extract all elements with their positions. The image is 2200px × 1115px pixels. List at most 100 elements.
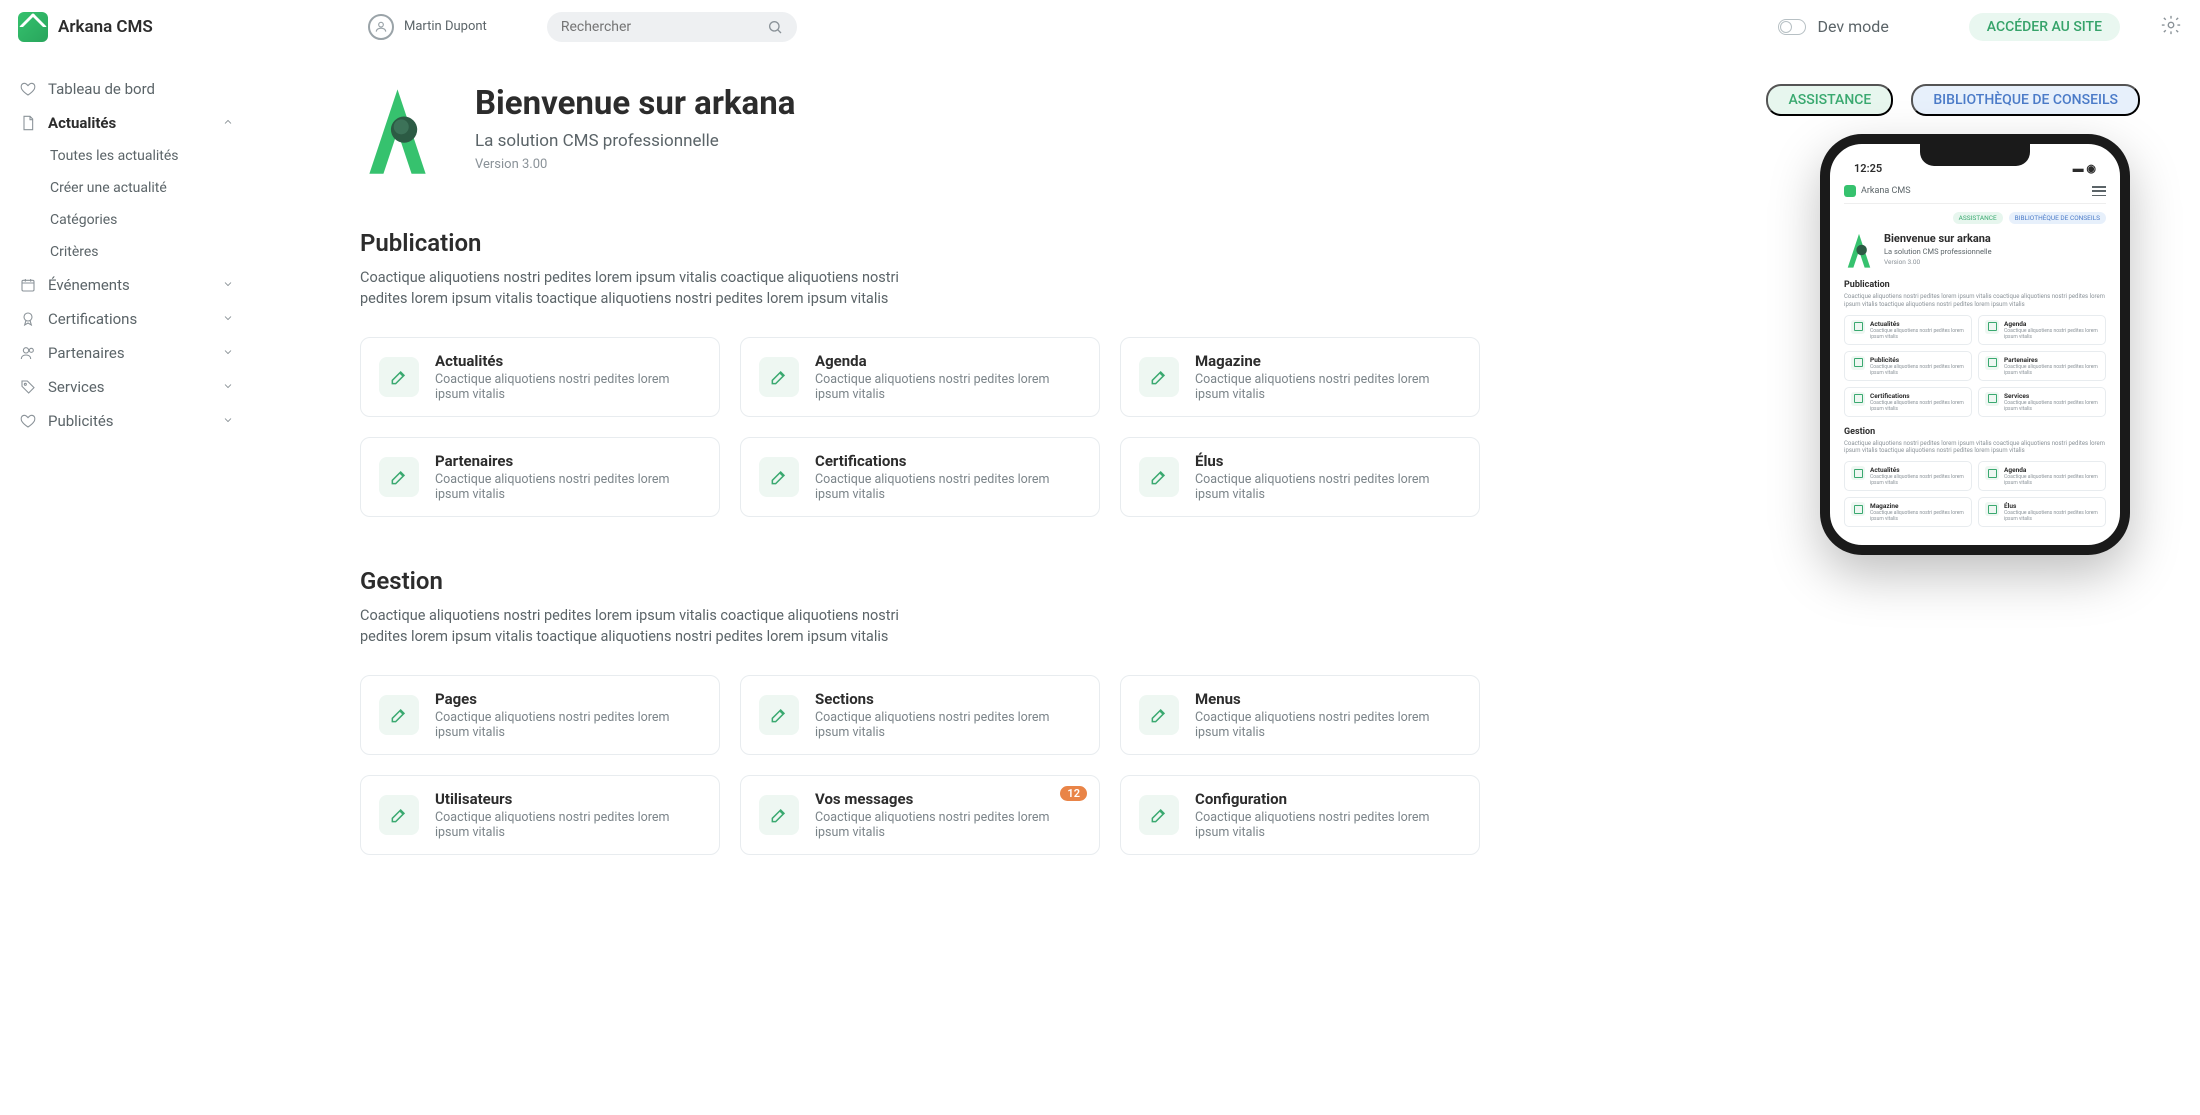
sidebar-item-certifications[interactable]: Certifications: [20, 302, 240, 336]
edit-icon: [759, 695, 799, 735]
brand-logo-icon: [18, 12, 48, 42]
phone-card-sub: Coactique aliquotiens nostri pedites lor…: [2004, 364, 2099, 376]
nav-label: Certifications: [48, 310, 137, 328]
nav-label: Créer une actualité: [50, 180, 167, 196]
library-button[interactable]: BIBLIOTHÈQUE DE CONSEILS: [1911, 84, 2140, 116]
toggle-icon[interactable]: [1778, 19, 1806, 35]
phone-card-title: Certifications: [1870, 392, 1965, 400]
sidebar-item-actualites[interactable]: Actualités: [20, 106, 240, 140]
section-title: Gestion: [360, 567, 1510, 595]
user-menu[interactable]: Martin Dupont: [368, 14, 487, 40]
card-vos-messages[interactable]: Vos messagesCoactique aliquotiens nostri…: [740, 775, 1100, 855]
phone-pill-library: BIBLIOTHÈQUE DE CONSEILS: [2009, 212, 2106, 224]
phone-section-desc: Coactique aliquotiens nostri pedites lor…: [1844, 293, 2106, 309]
phone-card: CertificationsCoactique aliquotiens nost…: [1844, 387, 1972, 417]
nav-label: Toutes les actualités: [50, 148, 179, 164]
card-title: Menus: [1195, 690, 1461, 708]
chevron-down-icon: [222, 412, 234, 430]
phone-card: ServicesCoactique aliquotiens nostri ped…: [1978, 387, 2106, 417]
card-certifications[interactable]: CertificationsCoactique aliquotiens nost…: [740, 437, 1100, 517]
chevron-down-icon: [222, 276, 234, 294]
nav-label: Événements: [48, 276, 130, 294]
sidebar-item-services[interactable]: Services: [20, 370, 240, 404]
card-title: Configuration: [1195, 790, 1461, 808]
card-élus[interactable]: ÉlusCoactique aliquotiens nostri pedites…: [1120, 437, 1480, 517]
phone-edit-icon: [1851, 356, 1865, 370]
card-title: Pages: [435, 690, 701, 708]
card-sections[interactable]: SectionsCoactique aliquotiens nostri ped…: [740, 675, 1100, 755]
sidebar-item-evenements[interactable]: Événements: [20, 268, 240, 302]
calendar-icon: [20, 277, 36, 293]
phone-card-sub: Coactique aliquotiens nostri pedites lor…: [1870, 510, 1965, 522]
nav-label: Publicités: [48, 412, 114, 430]
sidebar-sub-criteres[interactable]: Critères: [50, 236, 240, 268]
card-pages[interactable]: PagesCoactique aliquotiens nostri pedite…: [360, 675, 720, 755]
users-icon: [20, 345, 36, 361]
card-title: Actualités: [435, 352, 701, 370]
search-input[interactable]: [561, 19, 767, 35]
card-configuration[interactable]: ConfigurationCoactique aliquotiens nostr…: [1120, 775, 1480, 855]
phone-pill-assistance: ASSISTANCE: [1953, 212, 2003, 224]
settings-button[interactable]: [2160, 14, 2182, 40]
phone-edit-icon: [1985, 466, 1999, 480]
card-magazine[interactable]: MagazineCoactique aliquotiens nostri ped…: [1120, 337, 1480, 417]
card-menus[interactable]: Menus Coactique aliquotiens nostri pedite…: [1120, 675, 1480, 755]
nav-label: Catégories: [50, 212, 117, 228]
phone-brand: Arkana CMS: [1844, 185, 1911, 197]
notification-badge: 12: [1060, 786, 1087, 801]
phone-edit-icon: [1851, 392, 1865, 406]
phone-title: Bienvenue sur arkana: [1884, 232, 1992, 245]
phone-card-sub: Coactique aliquotiens nostri pedites lor…: [1870, 328, 1965, 340]
gear-icon: [2160, 14, 2182, 36]
dev-mode-toggle[interactable]: Dev mode: [1778, 17, 1889, 36]
edit-icon: [379, 357, 419, 397]
phone-card-sub: Coactique aliquotiens nostri pedites lor…: [2004, 474, 2099, 486]
phone-card-sub: Coactique aliquotiens nostri pedites lor…: [1870, 364, 1965, 376]
card-subtitle: Coactique aliquotiens nostri pedites lor…: [435, 472, 701, 502]
hamburger-icon: [2092, 186, 2106, 196]
phone-card: ActualitésCoactique aliquotiens nostri p…: [1844, 315, 1972, 345]
assistance-button[interactable]: ASSISTANCE: [1766, 84, 1893, 116]
card-actualités[interactable]: ActualitésCoactique aliquotiens nostri p…: [360, 337, 720, 417]
edit-icon: [759, 457, 799, 497]
phone-card-title: Élus: [2004, 502, 2099, 510]
sidebar-item-dashboard[interactable]: Tableau de bord: [20, 72, 240, 106]
edit-icon: [759, 357, 799, 397]
access-site-button[interactable]: ACCÉDER AU SITE: [1969, 13, 2120, 41]
phone-card-title: Partenaires: [2004, 356, 2099, 364]
nav-label: Partenaires: [48, 344, 125, 362]
tag-icon: [20, 379, 36, 395]
edit-icon: [379, 457, 419, 497]
phone-edit-icon: [1985, 356, 1999, 370]
phone-section-desc: Coactique aliquotiens nostri pedites lor…: [1844, 440, 2106, 456]
edit-icon: [1139, 457, 1179, 497]
phone-card-title: Actualités: [1870, 466, 1965, 474]
sidebar-sub-create-news[interactable]: Créer une actualité: [50, 172, 240, 204]
chevron-up-icon: [222, 114, 234, 132]
nav-label: Tableau de bord: [48, 80, 155, 98]
phone-card-sub: Coactique aliquotiens nostri pedites lor…: [2004, 328, 2099, 340]
card-utilisateurs[interactable]: UtilisateursCoactique aliquotiens nostri…: [360, 775, 720, 855]
card-title: Vos messages: [815, 790, 1081, 808]
phone-card-sub: Coactique aliquotiens nostri pedites lor…: [2004, 510, 2099, 522]
search-icon: [767, 19, 783, 35]
card-subtitle: Coactique aliquotiens nostri pedites lor…: [1195, 710, 1461, 740]
card-subtitle: Coactique aliquotiens nostri pedites lor…: [1195, 372, 1461, 402]
heart-icon: [20, 81, 36, 97]
search-input-wrap[interactable]: [547, 12, 797, 42]
phone-card: PublicitésCoactique aliquotiens nostri p…: [1844, 351, 1972, 381]
brand[interactable]: Arkana CMS: [18, 12, 228, 42]
card-agenda[interactable]: AgendaCoactique aliquotiens nostri pedit…: [740, 337, 1100, 417]
section-publication: Publication Coactique aliquotiens nostri…: [360, 229, 1510, 517]
welcome-title: Bienvenue sur arkana: [475, 84, 795, 123]
phone-card-title: Magazine: [1870, 502, 1965, 510]
sidebar-item-partenaires[interactable]: Partenaires: [20, 336, 240, 370]
card-subtitle: Coactique aliquotiens nostri pedites lor…: [1195, 472, 1461, 502]
sidebar-item-publicites[interactable]: Publicités: [20, 404, 240, 438]
sidebar-sub-categories[interactable]: Catégories: [50, 204, 240, 236]
card-title: Partenaires: [435, 452, 701, 470]
sidebar-sub-all-news[interactable]: Toutes les actualités: [50, 140, 240, 172]
card-partenaires[interactable]: Partenaires Coactique aliquotiens nostri …: [360, 437, 720, 517]
phone-brand-label: Arkana CMS: [1861, 186, 1911, 196]
phone-brand-mark-icon: [1844, 185, 1856, 197]
